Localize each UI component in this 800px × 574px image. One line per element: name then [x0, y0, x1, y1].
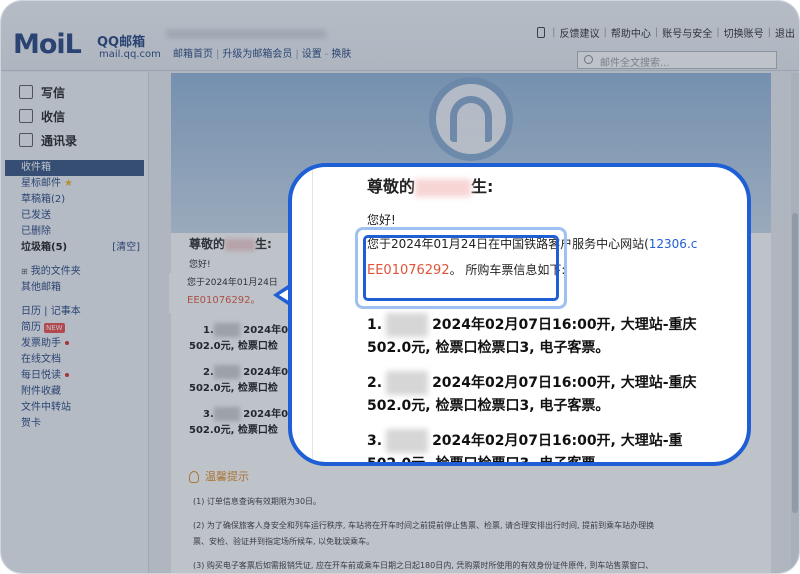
- screenshot-frame: MoiL QQ邮箱 mail.qq.com 邮箱首页 | 升级为邮箱会员 | 设置 - 换肤…: [0, 0, 800, 574]
- greeting-suffix: 生:: [471, 177, 494, 196]
- zoom-callout: 尊敬的 生: 您好! 您于2024年01月24日在中国铁路客户服务中心网站(123…: [288, 163, 751, 466]
- ticket-num: 3.: [367, 433, 383, 449]
- greeting-prefix: 尊敬的: [367, 177, 416, 196]
- greeting-title: 尊敬的 生:: [367, 173, 493, 197]
- ticket-text: 2024年02月07日16:00开, 大理站-重: [432, 433, 683, 449]
- ticket-row: 3. 2024年02月07日16:00开, 大理站-重: [367, 429, 683, 453]
- blurred-passenger: [386, 371, 429, 395]
- ticket-price: 502.0元, 检票口检票口3, 电子客票。: [367, 398, 610, 414]
- ticket-num: 2.: [367, 375, 383, 391]
- blurred-passenger: [386, 313, 429, 337]
- ticket-price: 502.0元, 检票口检票口3, 电子客票。: [367, 456, 610, 466]
- zoomed-email: 尊敬的 生: 您好! 您于2024年01月24日在中国铁路客户服务中心网站(123…: [312, 167, 747, 466]
- ticket-text: 2024年02月07日16:00开, 大理站-重庆: [432, 375, 697, 391]
- hello-text: 您好!: [367, 213, 396, 227]
- ticket-price: 502.0元, 检票口检票口3, 电子客票。: [367, 340, 610, 356]
- ticket-num: 1.: [367, 317, 383, 333]
- ticket-row: 1. 2024年02月07日16:00开, 大理站-重庆: [367, 313, 697, 337]
- highlight-inner-box: [363, 235, 559, 301]
- website-link[interactable]: 12306.c: [649, 237, 698, 251]
- blurred-passenger: [386, 429, 429, 453]
- ticket-row: 2. 2024年02月07日16:00开, 大理站-重庆: [367, 371, 697, 395]
- blurred-name: [415, 178, 472, 197]
- ticket-text: 2024年02月07日16:00开, 大理站-重庆: [432, 317, 697, 333]
